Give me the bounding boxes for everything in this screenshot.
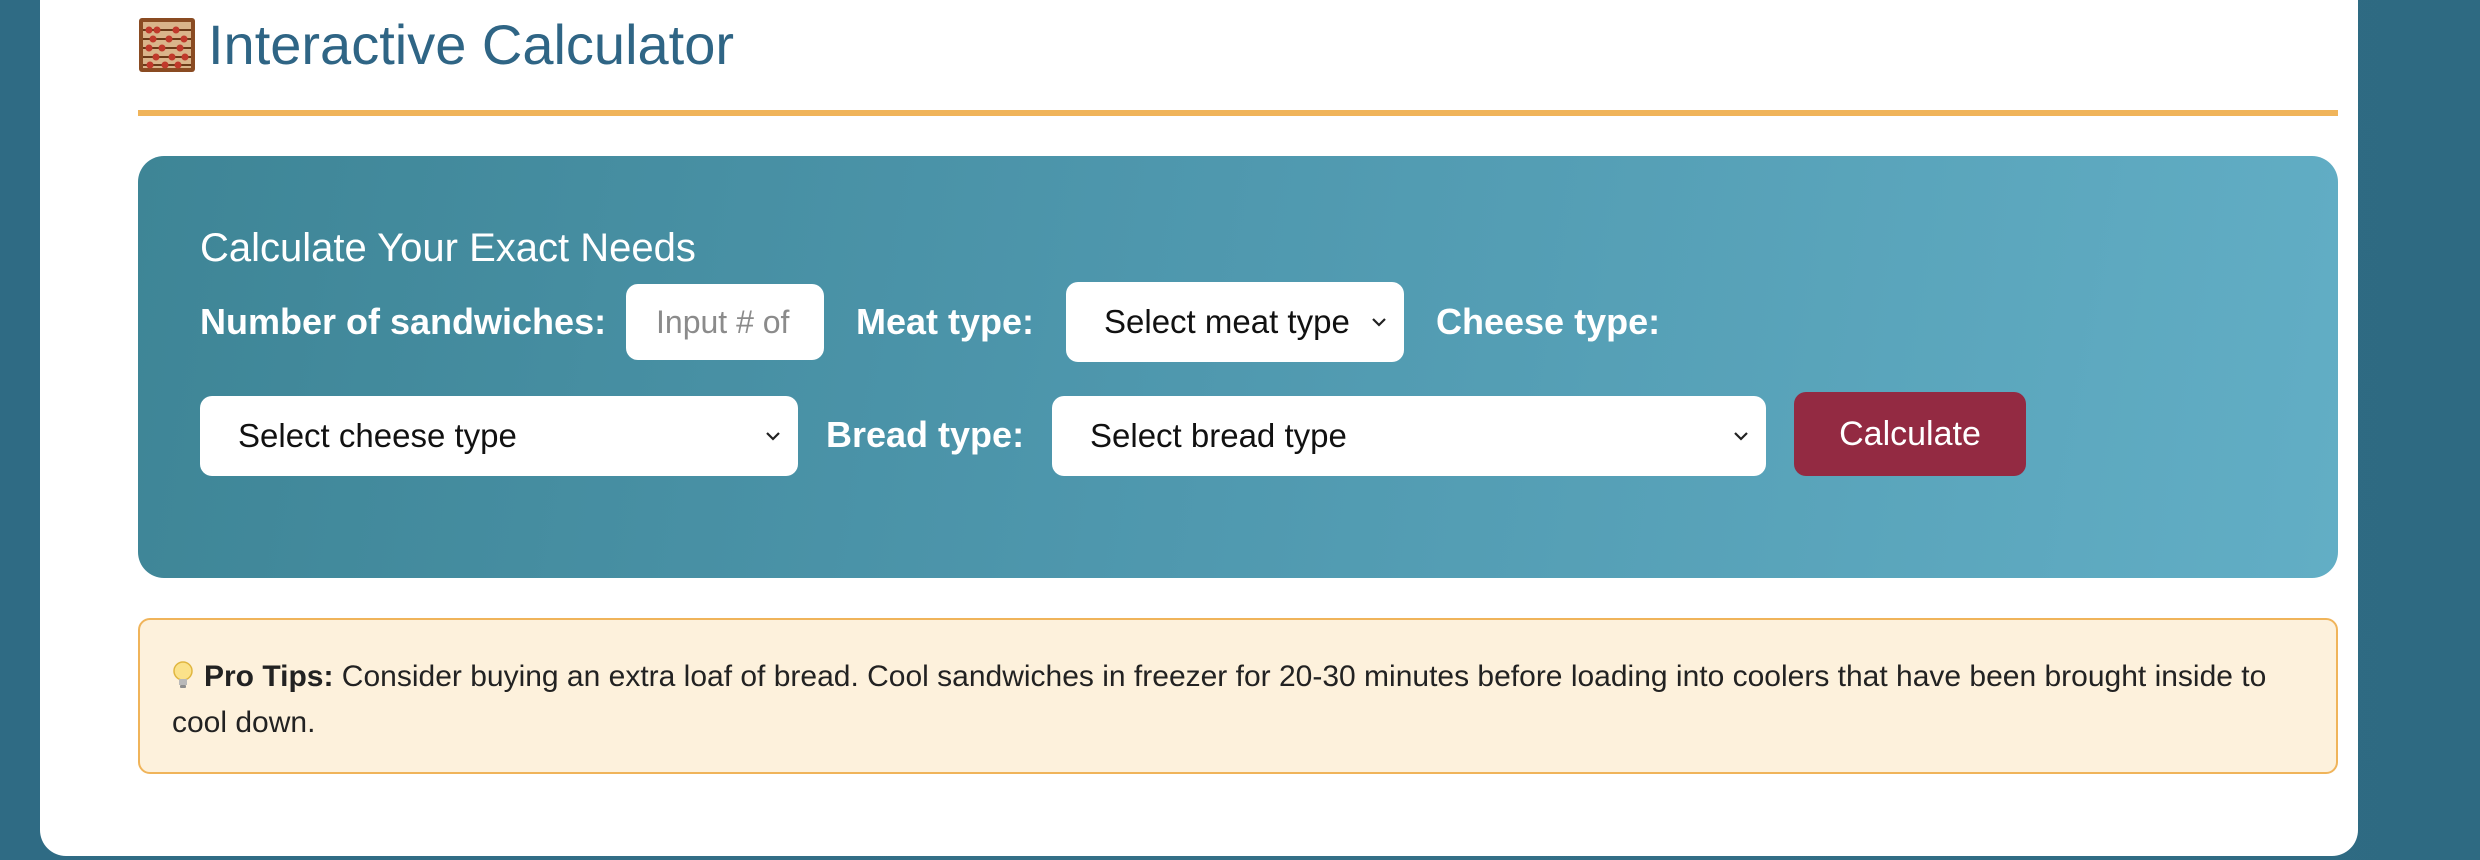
title-divider <box>138 110 2338 116</box>
chevron-down-icon <box>1734 432 1748 441</box>
pro-tips-text: Consider buying an extra loaf of bread. … <box>172 660 2267 739</box>
section-header: Interactive Calculator <box>138 10 734 80</box>
lightbulb-icon <box>172 658 194 688</box>
bread-type-selected: Select bread type <box>1090 417 1347 454</box>
cheese-type-label: Cheese type: <box>1436 301 1661 342</box>
chevron-down-icon <box>766 432 780 441</box>
pro-tips-label: Pro Tips: <box>204 660 334 693</box>
calculate-button[interactable]: Calculate <box>1794 392 2026 476</box>
abacus-icon <box>138 17 196 73</box>
meat-type-label: Meat type: <box>856 301 1035 342</box>
bread-type-select[interactable]: Select bread type <box>1052 396 1766 476</box>
sandwich-count-input[interactable] <box>626 284 824 360</box>
sandwich-count-label: Number of sandwiches: <box>200 301 607 342</box>
meat-type-selected: Select meat type <box>1104 303 1350 340</box>
chevron-down-icon <box>1372 318 1386 327</box>
page-title: Interactive Calculator <box>208 13 735 76</box>
cheese-type-selected: Select cheese type <box>238 417 517 454</box>
meat-type-select[interactable]: Select meat type <box>1066 282 1404 362</box>
pro-tips-box: Pro Tips: Consider buying an extra loaf … <box>138 618 2338 774</box>
content-card: Interactive Calculator Calculate Your Ex… <box>40 0 2358 856</box>
cheese-type-select[interactable]: Select cheese type <box>200 396 798 476</box>
calculator-heading: Calculate Your Exact Needs <box>200 226 696 270</box>
bread-type-label: Bread type: <box>826 414 1025 455</box>
calculator-panel: Calculate Your Exact Needs Number of san… <box>138 156 2338 578</box>
